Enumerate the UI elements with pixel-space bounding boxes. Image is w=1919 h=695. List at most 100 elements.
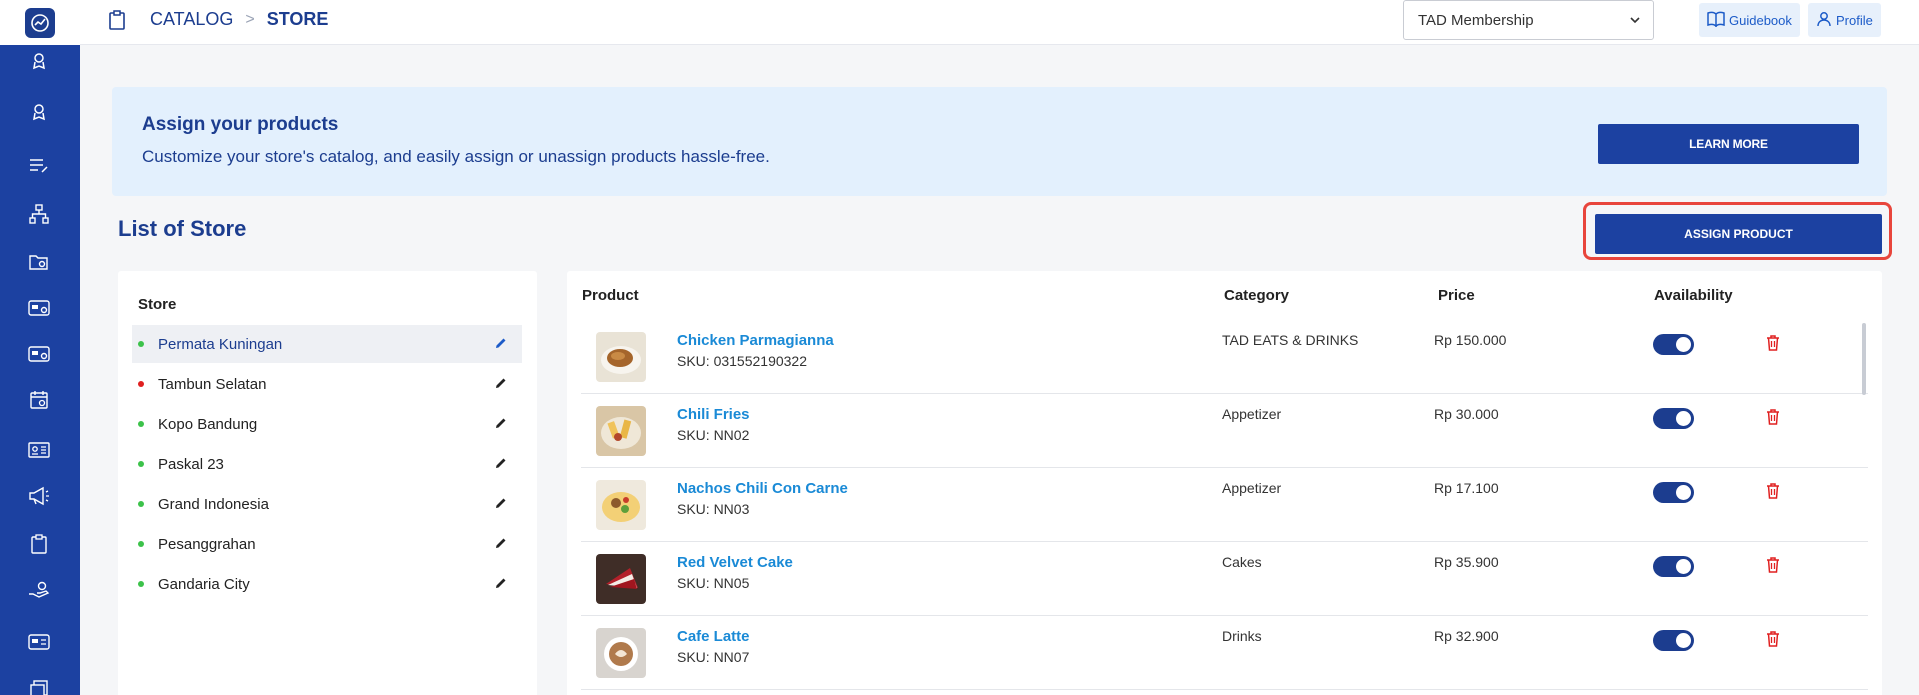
status-dot	[138, 501, 144, 507]
product-name-link[interactable]: Chili Fries	[677, 406, 750, 423]
table-row: Chicken Parmagianna SKU: 031552190322 TAD …	[581, 320, 1868, 394]
store-name: Permata Kuningan	[158, 335, 283, 353]
store-list-item[interactable]: Kopo Bandung	[132, 405, 522, 443]
product-name-link[interactable]: Cafe Latte	[677, 628, 750, 645]
status-dot	[138, 421, 144, 427]
store-name: Paskal 23	[158, 455, 224, 473]
product-sku: SKU: NN05	[677, 575, 750, 591]
status-dot	[138, 341, 144, 347]
sidebar	[0, 0, 80, 695]
folder-settings-icon[interactable]	[24, 247, 54, 277]
page-title: List of Store	[118, 216, 247, 241]
availability-toggle[interactable]	[1653, 556, 1694, 577]
list-edit-icon[interactable]	[24, 151, 54, 181]
hand-money-icon[interactable]	[24, 576, 54, 606]
membership-select-value: TAD Membership	[1418, 11, 1534, 29]
trash-icon[interactable]	[1766, 483, 1780, 504]
product-sku: SKU: 031552190322	[677, 353, 807, 369]
store-list-item[interactable]: Gandaria City	[132, 565, 522, 603]
documents-icon[interactable]	[24, 675, 54, 695]
membership-select[interactable]: TAD Membership	[1403, 0, 1654, 40]
product-category: TAD EATS & DRINKS	[1222, 332, 1359, 348]
megaphone-icon[interactable]	[24, 481, 54, 511]
product-sku: SKU: NN07	[677, 649, 750, 665]
trash-icon[interactable]	[1766, 335, 1780, 356]
product-thumbnail	[596, 332, 646, 382]
breadcrumb-store: STORE	[266, 9, 329, 29]
toggle-knob	[1676, 559, 1691, 574]
product-name-link[interactable]: Nachos Chili Con Carne	[677, 480, 848, 497]
table-row: Chili Fries SKU: NN02 Appetizer Rp 30.000	[581, 394, 1868, 468]
clipboard-icon	[108, 10, 128, 32]
pencil-icon[interactable]	[494, 456, 508, 474]
product-price: Rp 30.000	[1434, 406, 1499, 422]
product-price: Rp 32.900	[1434, 628, 1499, 644]
product-name-link[interactable]: Chicken Parmagianna	[677, 332, 834, 349]
guidebook-label: Guidebook	[1729, 12, 1792, 28]
status-dot	[138, 461, 144, 467]
id-card-icon[interactable]	[24, 435, 54, 465]
assign-product-highlight: ASSIGN PRODUCT	[1583, 202, 1892, 260]
table-row: Red Velvet Cake SKU: NN05 Cakes Rp 35.900	[581, 542, 1868, 616]
pencil-icon[interactable]	[494, 336, 508, 354]
product-thumbnail	[596, 554, 646, 604]
trophy-icon[interactable]	[24, 46, 54, 76]
store-name: Pesanggrahan	[158, 535, 256, 553]
table-row: Nachos Chili Con Carne SKU: NN03 Appetizer…	[581, 468, 1868, 542]
trash-icon[interactable]	[1766, 631, 1780, 652]
pencil-icon[interactable]	[494, 536, 508, 554]
scrollbar-thumb[interactable]	[1862, 323, 1866, 395]
product-category: Drinks	[1222, 628, 1262, 644]
availability-toggle[interactable]	[1653, 408, 1694, 429]
trash-icon[interactable]	[1766, 409, 1780, 430]
product-sku: SKU: NN03	[677, 501, 750, 517]
status-dot	[138, 541, 144, 547]
store-list-item[interactable]: Grand Indonesia	[132, 485, 522, 523]
store-name: Grand Indonesia	[158, 495, 269, 513]
pencil-icon[interactable]	[494, 576, 508, 594]
pencil-icon[interactable]	[494, 416, 508, 434]
breadcrumb-catalog[interactable]: CATALOG	[150, 9, 233, 30]
column-header-product: Product	[582, 287, 639, 304]
store-list-item[interactable]: Tambun Selatan	[132, 365, 522, 403]
toggle-knob	[1676, 485, 1691, 500]
assign-product-button[interactable]: ASSIGN PRODUCT	[1595, 214, 1882, 254]
profile-button[interactable]: Profile	[1808, 3, 1881, 37]
trophy-icon[interactable]	[24, 97, 54, 127]
column-header-price: Price	[1438, 287, 1475, 304]
table-row: Cafe Latte SKU: NN07 Drinks Rp 32.900	[581, 616, 1868, 690]
product-category: Appetizer	[1222, 480, 1282, 496]
availability-toggle[interactable]	[1653, 482, 1694, 503]
banner-title: Assign your products	[142, 114, 339, 135]
product-category: Appetizer	[1222, 406, 1282, 422]
card-settings-icon[interactable]	[24, 339, 54, 369]
guidebook-button[interactable]: Guidebook	[1699, 3, 1800, 37]
chevron-down-icon	[1629, 13, 1641, 30]
card-icon[interactable]	[24, 627, 54, 657]
calendar-icon[interactable]	[24, 385, 54, 415]
store-list-header: Store	[138, 296, 177, 313]
clipboard-icon[interactable]	[24, 529, 54, 559]
book-icon	[1707, 11, 1725, 30]
org-chart-icon[interactable]	[24, 199, 54, 229]
store-list-item[interactable]: Pesanggrahan	[132, 525, 522, 563]
product-table: Product Category Price Availability Chic…	[567, 271, 1882, 695]
info-banner: Assign your products Customize your stor…	[112, 87, 1887, 196]
store-list-item[interactable]: Paskal 23	[132, 445, 522, 483]
trash-icon[interactable]	[1766, 557, 1780, 578]
availability-toggle[interactable]	[1653, 630, 1694, 651]
product-name-link[interactable]: Red Velvet Cake	[677, 554, 793, 571]
learn-more-button[interactable]: LEARN MORE	[1598, 124, 1859, 164]
column-header-category: Category	[1224, 287, 1290, 304]
product-category: Cakes	[1222, 554, 1262, 570]
pencil-icon[interactable]	[494, 376, 508, 394]
store-list-item[interactable]: Permata Kuningan	[132, 325, 522, 363]
toggle-knob	[1676, 633, 1691, 648]
pencil-icon[interactable]	[494, 496, 508, 514]
card-settings-icon[interactable]	[24, 293, 54, 323]
availability-toggle[interactable]	[1653, 334, 1694, 355]
app-logo[interactable]	[25, 7, 55, 38]
status-dot	[138, 581, 144, 587]
product-thumbnail	[596, 480, 646, 530]
toggle-knob	[1676, 337, 1691, 352]
